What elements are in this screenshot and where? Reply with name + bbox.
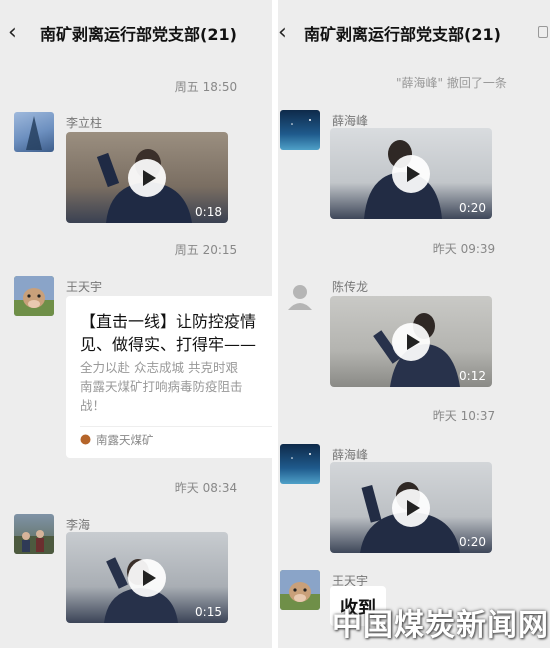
divider (80, 426, 272, 427)
timestamp: 昨天 09:39 (432, 242, 496, 256)
default-user-avatar-icon (288, 285, 312, 310)
link-card-message[interactable]: 【直击一线】让防控疫情 见、做得实、打得牢—— 全力以赴 众志成城 共克时艰 南… (66, 296, 272, 458)
play-icon[interactable] (128, 558, 166, 597)
more-icon[interactable] (538, 26, 548, 38)
timestamp: 昨天 10:37 (432, 409, 496, 423)
sender-name: 陈传龙 (332, 280, 369, 294)
sky-avatar-icon (291, 453, 311, 459)
avatar[interactable] (14, 514, 54, 554)
left-chat-screenshot: ‹ 南矿剥离运行部党支部(21) 周五 18:50 李立柱 0:18 周五 20… (0, 0, 272, 648)
video-message[interactable]: 0:20 (330, 128, 492, 219)
video-duration: 0:18 (195, 205, 222, 219)
cow-avatar-icon (280, 570, 320, 610)
avatar[interactable] (280, 444, 320, 484)
sender-name: 李海 (66, 518, 91, 532)
back-arrow-icon[interactable]: ‹ (278, 20, 298, 46)
timestamp: 周五 20:15 (174, 243, 238, 257)
chat-header: ‹ 南矿剥离运行部党支部(21) (0, 0, 272, 62)
building-avatar-icon (26, 116, 42, 150)
video-duration: 0:20 (459, 535, 486, 549)
sender-name: 李立柱 (66, 116, 103, 130)
right-chat-screenshot: ‹ 南矿剥离运行部党支部(21) "薛海峰" 撤回了一条 薛海峰 0:20 昨天… (278, 0, 550, 648)
timestamp: 周五 18:50 (174, 80, 238, 94)
avatar[interactable] (14, 276, 54, 316)
link-card-title: 【直击一线】让防控疫情 见、做得实、打得牢—— (80, 312, 257, 354)
play-icon[interactable] (392, 322, 430, 361)
video-duration: 0:20 (459, 201, 486, 215)
avatar[interactable] (280, 276, 320, 316)
link-card-description: 全力以赴 众志成城 共克时艰 南露天煤矿打响病毒防疫阻击 战！ (80, 360, 243, 413)
play-icon[interactable] (128, 158, 166, 197)
video-message[interactable]: 0:12 (330, 296, 492, 387)
video-message[interactable]: 0:18 (66, 132, 228, 223)
sender-name: 薛海峰 (332, 114, 369, 128)
video-duration: 0:15 (195, 605, 222, 619)
avatar[interactable] (280, 110, 320, 150)
group-photo-avatar-icon (14, 530, 54, 554)
sender-name: 王天宇 (66, 280, 103, 294)
video-message[interactable]: 0:15 (66, 532, 228, 623)
recall-notice: "薛海峰" 撤回了一条 (396, 76, 507, 90)
watermark: 中国煤炭新闻网 (332, 608, 549, 643)
timestamp: 昨天 08:34 (174, 481, 238, 495)
video-message[interactable]: 0:20 (330, 462, 492, 553)
chat-header: ‹ 南矿剥离运行部党支部(21) (278, 0, 550, 62)
play-icon[interactable] (392, 154, 430, 193)
play-icon[interactable] (392, 488, 430, 527)
back-arrow-icon[interactable]: ‹ (8, 20, 28, 46)
avatar[interactable] (14, 112, 54, 152)
sky-avatar-icon (291, 119, 311, 125)
link-card-source: 南露天煤矿 (96, 433, 154, 447)
sender-name: 薛海峰 (332, 448, 369, 462)
video-duration: 0:12 (459, 369, 486, 383)
chat-title: 南矿剥离运行部党支部(21) (40, 25, 237, 44)
chat-title: 南矿剥离运行部党支部(21) (304, 25, 501, 44)
avatar[interactable] (280, 570, 320, 610)
cow-avatar-icon (14, 276, 54, 316)
source-logo-icon (80, 434, 91, 445)
